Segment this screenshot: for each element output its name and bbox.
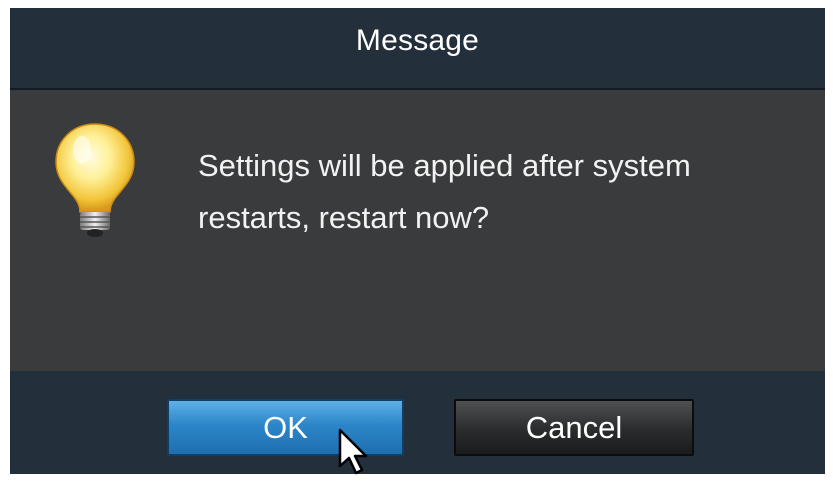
message-line-1: Settings will be applied after system	[198, 148, 691, 183]
message-line-2: restarts, restart now?	[198, 200, 490, 235]
dialog-title-bar: Message	[10, 8, 825, 90]
message-dialog: Message Settings will be applied after s…	[10, 8, 825, 474]
dialog-footer: OK Cancel	[10, 371, 825, 474]
cancel-button[interactable]: Cancel	[454, 399, 694, 456]
dialog-title: Message	[355, 24, 480, 57]
dialog-content: Settings will be applied after system re…	[10, 90, 825, 373]
dialog-message: Settings will be applied after system re…	[198, 140, 808, 244]
mouse-pointer-icon	[338, 428, 368, 475]
lightbulb-icon	[55, 123, 135, 237]
